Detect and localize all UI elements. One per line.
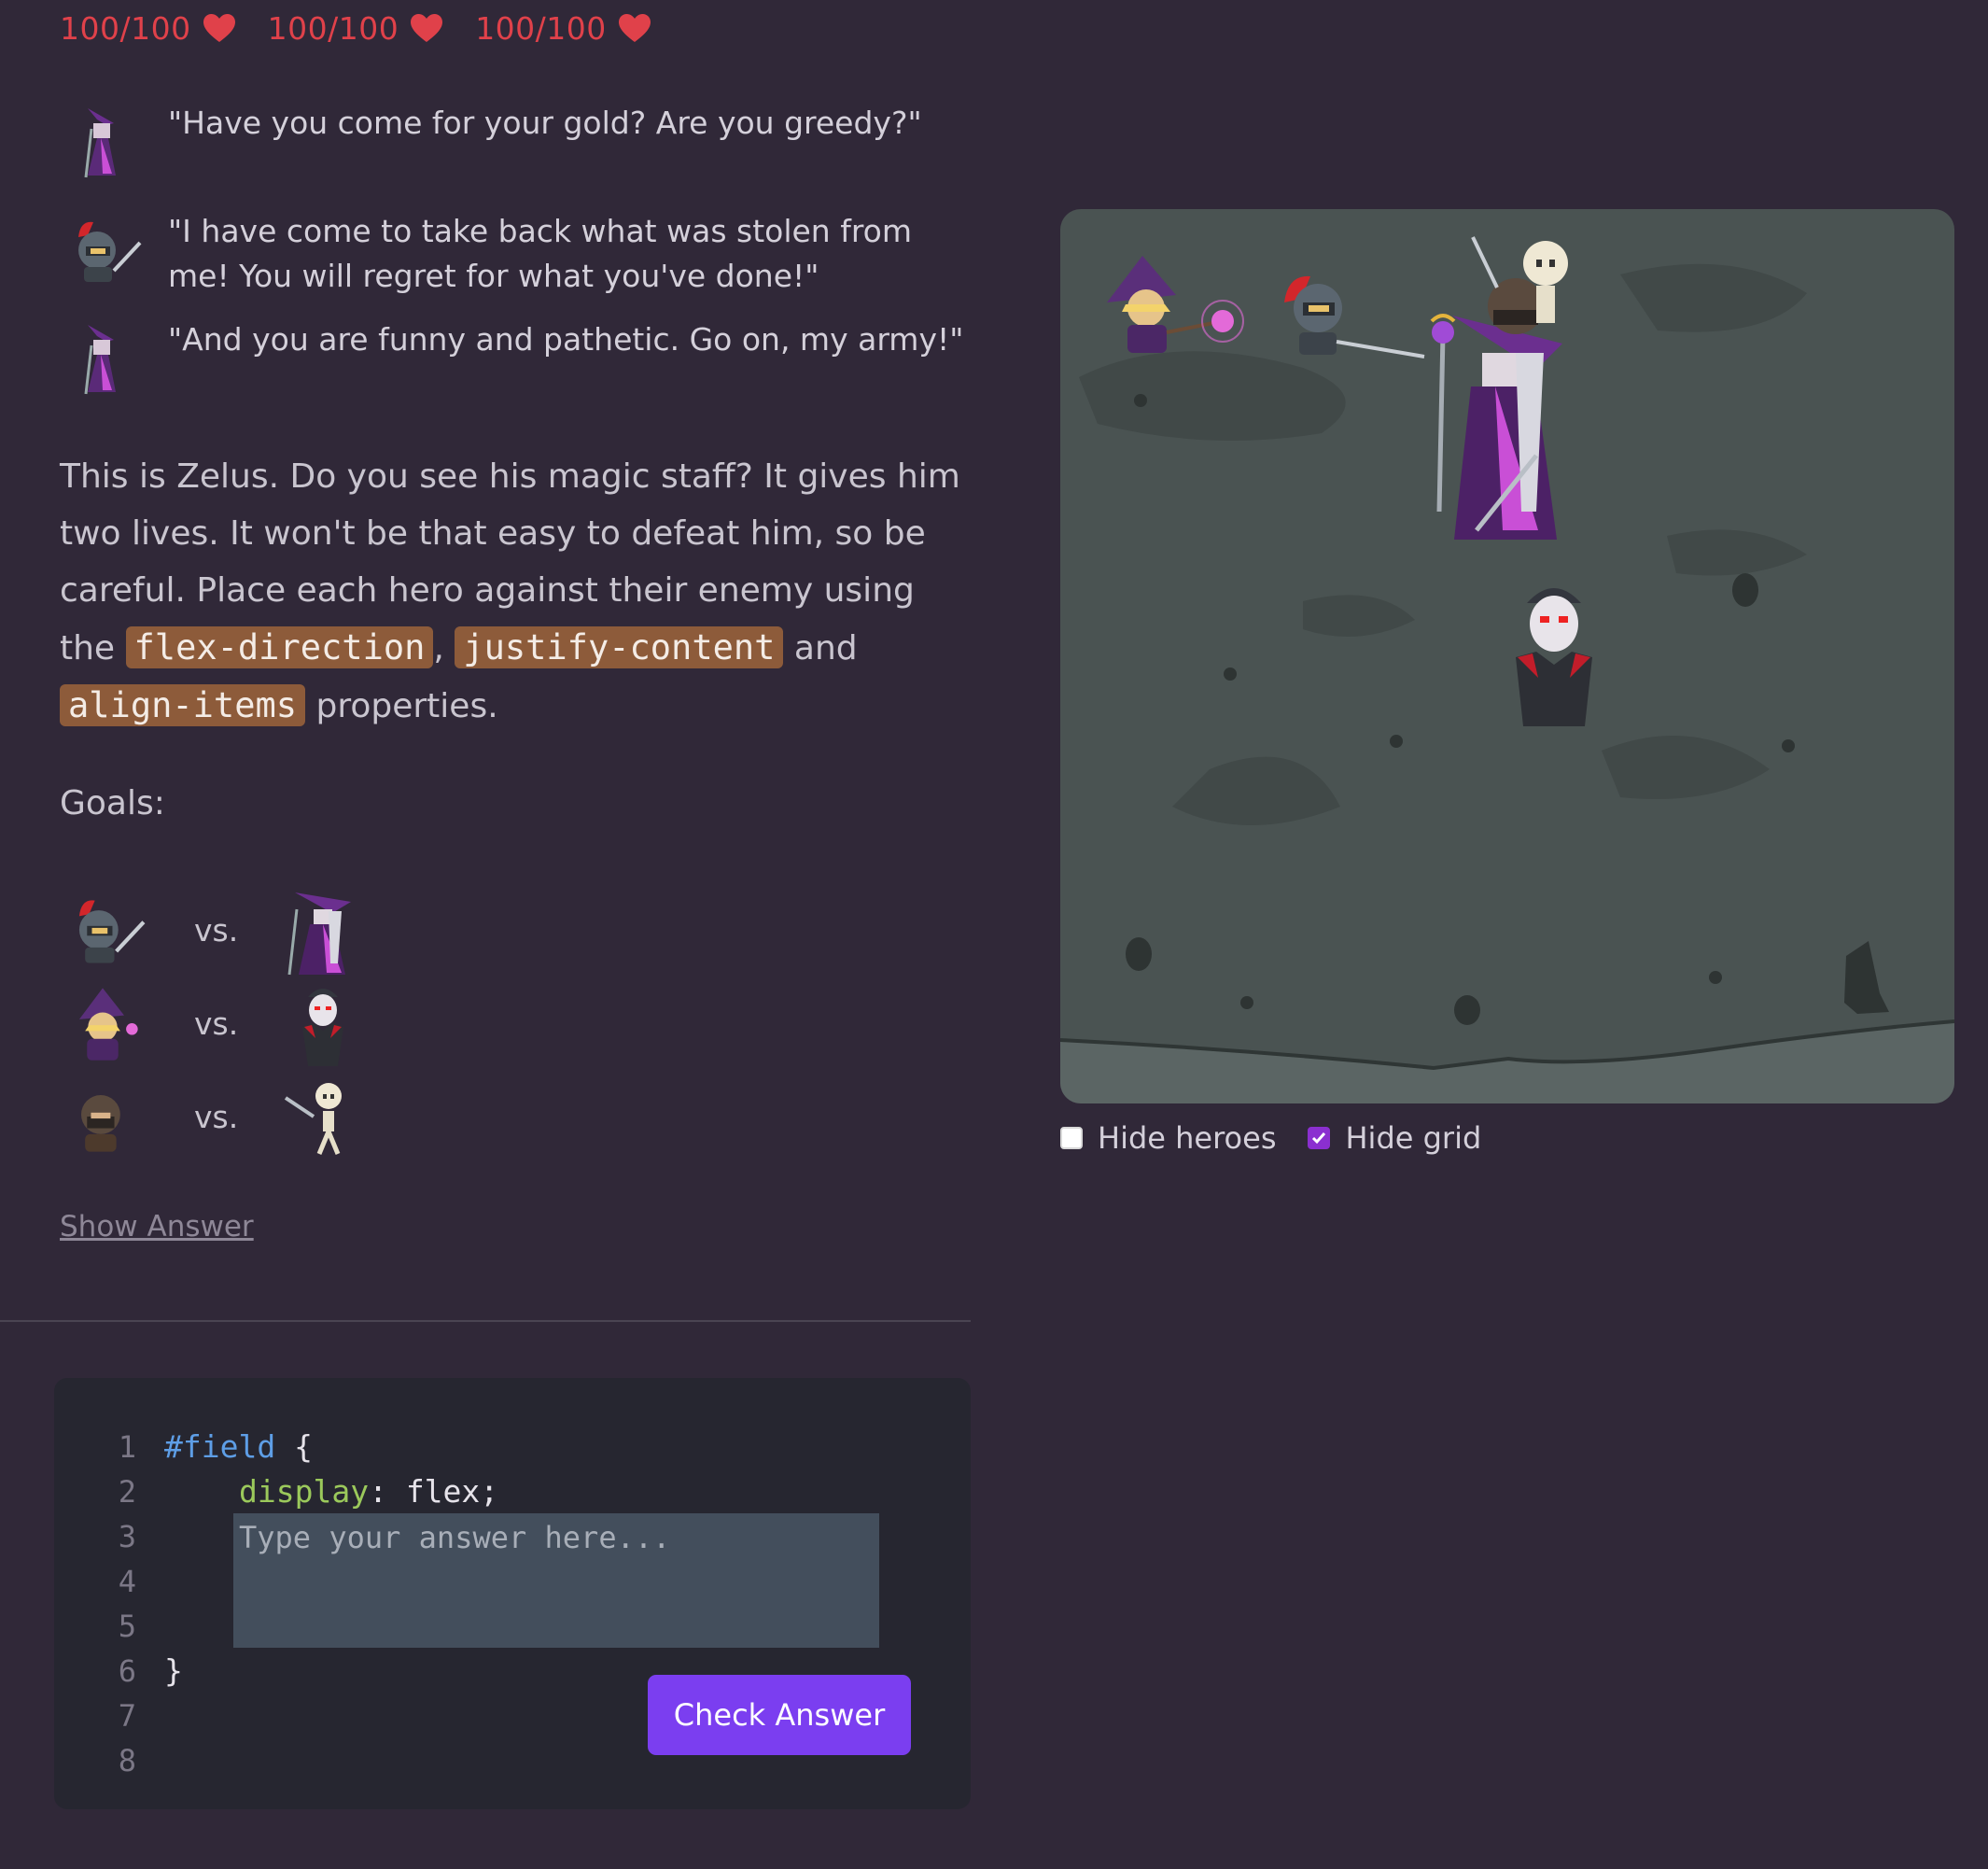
dialog-text: "I have come to take back what was stole… — [168, 213, 912, 294]
code-line: #field { — [164, 1425, 313, 1469]
mage-hero — [1107, 256, 1244, 353]
code-justify-content: justify-content — [455, 626, 784, 668]
health-value: 100/100 — [60, 9, 191, 47]
health-item: 100/100 — [475, 10, 651, 47]
necromancer-icon — [84, 325, 116, 395]
open-brace: { — [275, 1428, 313, 1465]
line-number: 1 — [118, 1429, 136, 1465]
goal-row: vs. — [60, 883, 370, 977]
heart-icon — [203, 14, 235, 42]
hide-heroes-checkbox[interactable] — [1060, 1127, 1083, 1149]
css-property: display — [239, 1473, 370, 1510]
knight-hero — [1284, 275, 1425, 358]
vampire-icon — [302, 989, 343, 1066]
health-bar: 100/100 100/100 100/100 — [60, 7, 651, 49]
separator: and — [783, 629, 858, 668]
health-value: 100/100 — [267, 9, 399, 47]
heart-icon — [411, 14, 443, 42]
line-number: 7 — [118, 1698, 136, 1734]
dialog-line: "Have you come for your gold? Are you gr… — [60, 101, 974, 183]
hide-grid-label: Hide grid — [1345, 1120, 1482, 1156]
code-editor: 1 2 3 4 5 6 7 8 #field { display: flex; … — [54, 1378, 971, 1809]
answer-input[interactable] — [233, 1513, 879, 1648]
goal-row: vs. — [60, 1070, 370, 1163]
check-answer-button[interactable]: Check Answer — [648, 1675, 911, 1755]
code-line: display: flex; — [239, 1469, 498, 1514]
line-number: 5 — [118, 1609, 136, 1644]
hide-heroes-toggle[interactable]: Hide heroes — [1060, 1120, 1276, 1156]
health-item: 100/100 — [60, 10, 236, 47]
line-number: 3 — [118, 1519, 136, 1554]
knight-icon — [78, 221, 142, 282]
hide-grid-toggle[interactable]: Hide grid — [1308, 1120, 1481, 1156]
description-text: properties. — [305, 687, 498, 725]
show-answer-link[interactable]: Show Answer — [60, 1210, 254, 1244]
css-selector: #field — [164, 1428, 276, 1465]
skeleton-icon — [284, 1083, 342, 1155]
checkmark-icon — [1312, 1132, 1326, 1145]
code-align-items: align-items — [60, 684, 306, 726]
heart-icon — [618, 14, 651, 42]
close-brace: } — [164, 1652, 183, 1689]
dialog-text: "Have you come for your gold? Are you gr… — [168, 105, 922, 141]
goals-title: Goals: — [60, 784, 165, 822]
knight-icon — [78, 900, 146, 963]
game-board — [1060, 209, 1954, 1103]
line-number: 2 — [118, 1474, 136, 1510]
dialog-line: "I have come to take back what was stole… — [60, 209, 974, 299]
mage-icon — [78, 988, 138, 1061]
section-divider — [0, 1320, 971, 1322]
dialog-text: "And you are funny and pathetic. Go on, … — [168, 321, 964, 358]
vs-label: vs. — [194, 911, 239, 949]
line-number: 6 — [118, 1653, 136, 1689]
line-number: 4 — [118, 1564, 136, 1599]
hide-grid-checkbox[interactable] — [1308, 1127, 1331, 1149]
line-number: 8 — [118, 1743, 136, 1778]
board-toggles: Hide heroes Hide grid — [1060, 1120, 1481, 1156]
hide-heroes-label: Hide heroes — [1098, 1120, 1277, 1156]
health-item: 100/100 — [268, 10, 444, 47]
vampire-enemy — [1516, 588, 1592, 726]
necromancer-icon — [287, 892, 351, 976]
level-description: This is Zelus. Do you see his magic staf… — [60, 448, 974, 735]
code-flex-direction: flex-direction — [125, 626, 434, 668]
necromancer-enemy — [1430, 236, 1568, 540]
css-value: : flex; — [369, 1473, 499, 1510]
thief-icon — [81, 1095, 120, 1152]
necromancer-icon — [84, 108, 116, 178]
health-value: 100/100 — [475, 9, 607, 47]
vs-label: vs. — [194, 1098, 239, 1135]
goal-row: vs. — [60, 977, 370, 1070]
dialog-line: "And you are funny and pathetic. Go on, … — [60, 317, 974, 400]
separator: , — [433, 629, 455, 668]
vs-label: vs. — [194, 1005, 239, 1042]
